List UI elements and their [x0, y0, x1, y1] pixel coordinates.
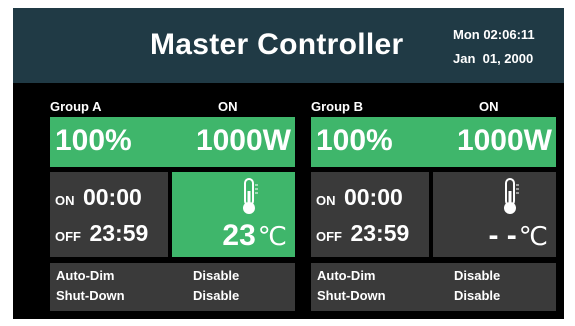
datetime-display: Mon 02:06:11 Jan 01, 2000 — [453, 23, 535, 71]
group-status[interactable]: ON — [479, 99, 499, 114]
timer-on-time: 00:00 — [343, 184, 403, 210]
group-a-settings[interactable]: Auto-Dim Disable Shut-Down Disable — [50, 263, 295, 311]
setting-row: Shut-Down Disable — [311, 288, 556, 306]
timer-off-label: OFF — [316, 229, 342, 244]
thermometer-icon — [243, 178, 258, 214]
group-a-timer[interactable]: ON 00:00 OFF 23:59 — [50, 172, 168, 257]
temperature-unit: ℃ — [257, 221, 287, 251]
auto-dim-value: Disable — [193, 268, 240, 283]
temperature-value: 23 — [222, 219, 256, 252]
timer-on-time: 00:00 — [82, 184, 142, 210]
shut-down-label: Shut-Down — [56, 288, 125, 303]
timer-off-row: OFF 23:59 — [316, 220, 409, 247]
temperature-unit: ℃ — [518, 221, 548, 251]
dim-percent: 100% — [55, 124, 132, 157]
group-b-settings[interactable]: Auto-Dim Disable Shut-Down Disable — [311, 263, 556, 311]
timer-on-row: ON 00:00 — [55, 184, 142, 211]
header-bar: Master Controller Mon 02:06:11 Jan 01, 2… — [13, 8, 564, 83]
group-name: Group A — [50, 99, 102, 114]
wattage: 1000W — [195, 124, 291, 157]
wattage: 1000W — [456, 124, 552, 157]
temperature-reading: - -℃ — [488, 219, 548, 253]
auto-dim-label: Auto-Dim — [56, 268, 115, 283]
setting-row: Auto-Dim Disable — [311, 268, 556, 286]
auto-dim-value: Disable — [454, 268, 501, 283]
temperature-value: - - — [488, 219, 517, 252]
page-title: Master Controller — [150, 28, 404, 61]
timer-off-row: OFF 23:59 — [55, 220, 148, 247]
group-b-timer[interactable]: ON 00:00 OFF 23:59 — [311, 172, 429, 257]
auto-dim-label: Auto-Dim — [317, 268, 376, 283]
setting-row: Shut-Down Disable — [50, 288, 295, 306]
group-a-panel: Group A ON 100% 1000W ON 00:00 OFF 23:59 — [50, 97, 295, 311]
group-a-power-bar[interactable]: 100% 1000W — [50, 117, 295, 167]
thermometer-icon — [504, 178, 519, 214]
timer-on-label: ON — [316, 193, 336, 208]
timer-off-time: 23:59 — [89, 220, 149, 246]
timer-on-label: ON — [55, 193, 75, 208]
setting-row: Auto-Dim Disable — [50, 268, 295, 286]
timer-off-label: OFF — [55, 229, 81, 244]
shut-down-value: Disable — [454, 288, 501, 303]
date: Jan 01, 2000 — [453, 51, 534, 66]
controller-screen: Master Controller Mon 02:06:11 Jan 01, 2… — [13, 8, 564, 319]
shut-down-value: Disable — [193, 288, 240, 303]
group-b-panel: Group B ON 100% 1000W ON 00:00 OFF 23:59 — [311, 97, 556, 311]
timer-on-row: ON 00:00 — [316, 184, 403, 211]
day-time: Mon 02:06:11 — [453, 27, 535, 42]
timer-off-time: 23:59 — [350, 220, 410, 246]
group-a-temperature[interactable]: 23℃ — [172, 172, 295, 257]
group-status[interactable]: ON — [218, 99, 238, 114]
group-b-power-bar[interactable]: 100% 1000W — [311, 117, 556, 167]
group-a-header: Group A ON — [50, 97, 295, 117]
temperature-reading: 23℃ — [222, 219, 287, 253]
group-b-temperature[interactable]: - -℃ — [433, 172, 556, 257]
group-b-header: Group B ON — [311, 97, 556, 117]
group-name: Group B — [311, 99, 363, 114]
shut-down-label: Shut-Down — [317, 288, 386, 303]
dim-percent: 100% — [316, 124, 393, 157]
